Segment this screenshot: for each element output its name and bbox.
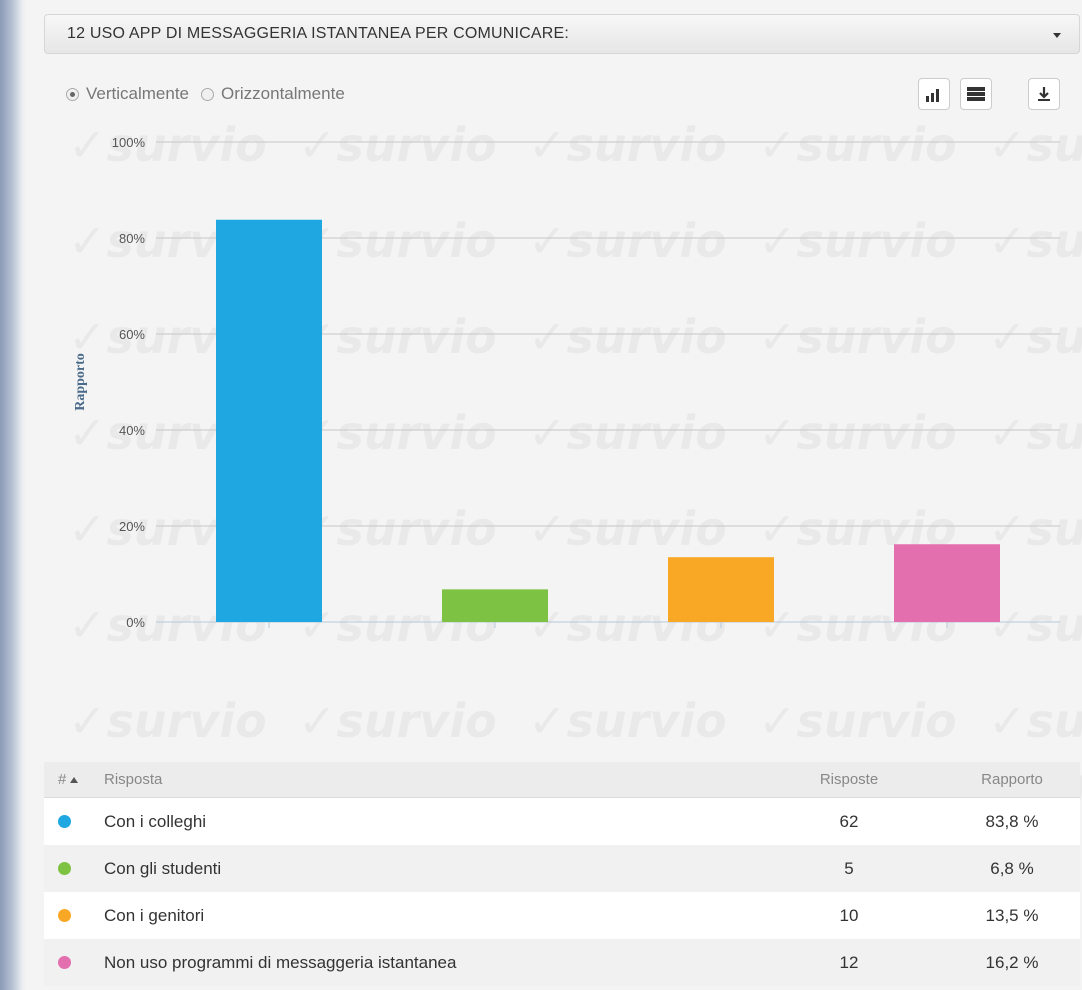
bar-3 (668, 557, 774, 622)
col-answer-header[interactable]: Risposta (104, 771, 754, 788)
table-header: # Risposta Risposte Rapporto (44, 762, 1080, 798)
y-tick-label: 0% (126, 615, 145, 630)
legend-dot (58, 956, 71, 969)
answer-label: Con i colleghi (104, 811, 207, 831)
y-tick-label: 40% (119, 423, 145, 438)
answer-count: 62 (839, 811, 859, 831)
answer-ratio: 83,8 % (985, 811, 1039, 831)
y-tick-label: 60% (119, 327, 145, 342)
table-row: Con gli studenti 5 6,8 % (44, 845, 1080, 892)
table-body: Con i colleghi 62 83,8 % Con gli studenti 5 6… (44, 798, 1080, 986)
legend-dot (58, 815, 71, 828)
answer-ratio: 13,5 % (985, 905, 1039, 925)
legend-dot (58, 909, 71, 922)
table-row: Con i colleghi 62 83,8 % (44, 798, 1080, 845)
answer-count: 12 (839, 952, 859, 972)
answer-ratio: 6,8 % (990, 858, 1034, 878)
answer-count: 10 (839, 905, 859, 925)
answer-label: Con gli studenti (104, 858, 222, 878)
y-tick-label: 80% (119, 231, 145, 246)
col-ratio-header[interactable]: Rapporto (944, 771, 1080, 788)
table-row: Non uso programmi di messaggeria istanta… (44, 939, 1080, 986)
answer-ratio: 16,2 % (985, 952, 1039, 972)
bar-2 (442, 589, 548, 622)
col-index-header[interactable]: # (44, 771, 104, 788)
y-tick-label: 20% (119, 519, 145, 534)
bar-4 (894, 544, 1000, 622)
legend-dot (58, 862, 71, 875)
answer-label: Con i genitori (104, 905, 205, 925)
sort-up-icon (70, 776, 79, 783)
col-count-header[interactable]: Risposte (754, 771, 944, 788)
results-table: # Risposta Risposte Rapporto Con i colle… (44, 762, 1080, 986)
y-tick-label: 100% (112, 135, 146, 150)
table-row: Con i genitori 10 13,5 % (44, 892, 1080, 939)
bar-1 (216, 219, 322, 622)
bar-chart: 0% 20% 40% 60% 80% 100% Rapporto (73, 135, 1060, 630)
y-axis-label: Rapporto (73, 353, 88, 411)
answer-count: 5 (844, 858, 854, 878)
answer-label: Non uso programmi di messaggeria istanta… (104, 952, 457, 972)
